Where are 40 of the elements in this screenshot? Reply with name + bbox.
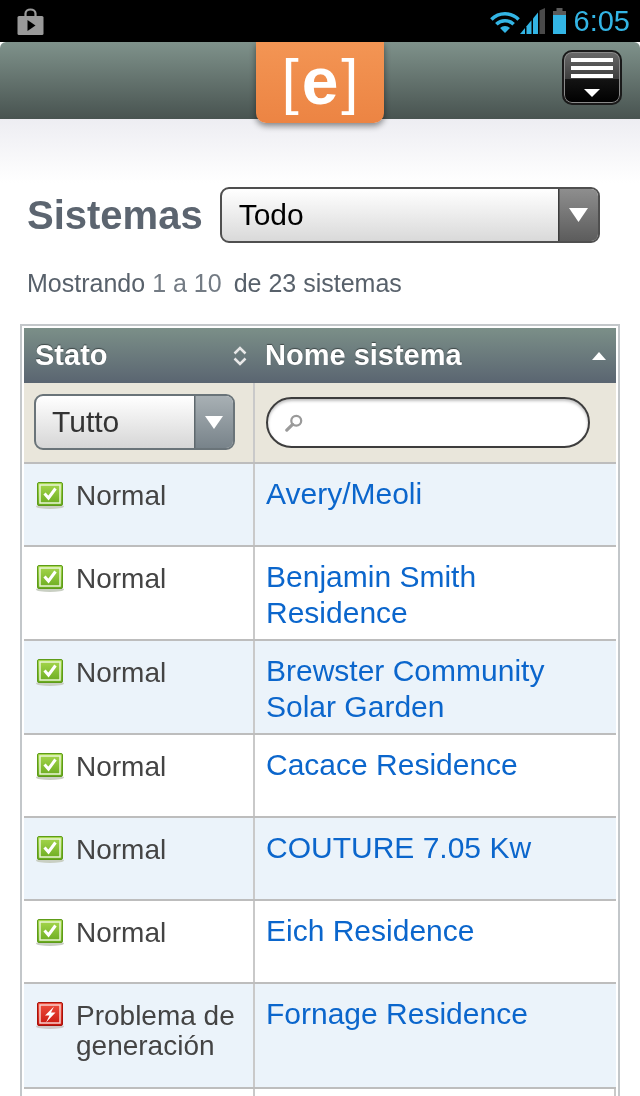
search-field[interactable] [266, 397, 590, 448]
system-link[interactable]: Fornage Residence [266, 996, 528, 1032]
menu-icon [571, 57, 613, 98]
caret-icon [194, 396, 233, 448]
check-icon [35, 753, 65, 780]
shopping-bag-icon [17, 7, 44, 35]
check-icon [35, 565, 65, 592]
caret-icon [558, 189, 598, 241]
column-header[interactable]: Nome sistema [255, 328, 616, 383]
signal-icon [519, 8, 545, 34]
check-icon [35, 919, 65, 946]
check-icon [35, 836, 65, 863]
results-total: de 23 sistemas [233, 269, 402, 297]
status-text: Problema de generación [76, 1001, 236, 1061]
column-header[interactable]: Stato [24, 328, 255, 383]
system-link[interactable]: COUTURE 7.05 Kw [266, 830, 532, 866]
results-label: Mostrando [27, 269, 146, 297]
page-title: Sistemas [27, 192, 203, 239]
type-dropdown[interactable]: Todo [219, 187, 600, 243]
search-icon [285, 413, 303, 432]
lightning-icon [35, 1002, 65, 1029]
system-link[interactable]: Brewster Community Solar Garden [266, 653, 606, 725]
results-range: 1 a 10 [152, 269, 222, 297]
status-text: Normal [76, 918, 167, 948]
status-text: Normal [76, 481, 167, 511]
system-link[interactable]: Eich Residence [266, 913, 475, 949]
check-icon [35, 482, 65, 509]
status-dropdown[interactable]: Tutto [34, 394, 235, 450]
battery-icon [552, 8, 566, 34]
check-icon [35, 659, 65, 686]
system-link[interactable]: Cacace Residence [266, 747, 518, 783]
status-text: Normal [76, 564, 167, 594]
status-time: 6:05 [573, 6, 630, 36]
status-text: Normal [76, 658, 167, 688]
menu-button[interactable] [562, 50, 622, 105]
system-link[interactable]: Avery/Meoli [266, 476, 423, 512]
status-text: Normal [76, 835, 167, 865]
logo: [e] [256, 42, 384, 123]
system-link[interactable]: Benjamin Smith Residence [266, 559, 606, 631]
status-text: Normal [76, 752, 167, 782]
